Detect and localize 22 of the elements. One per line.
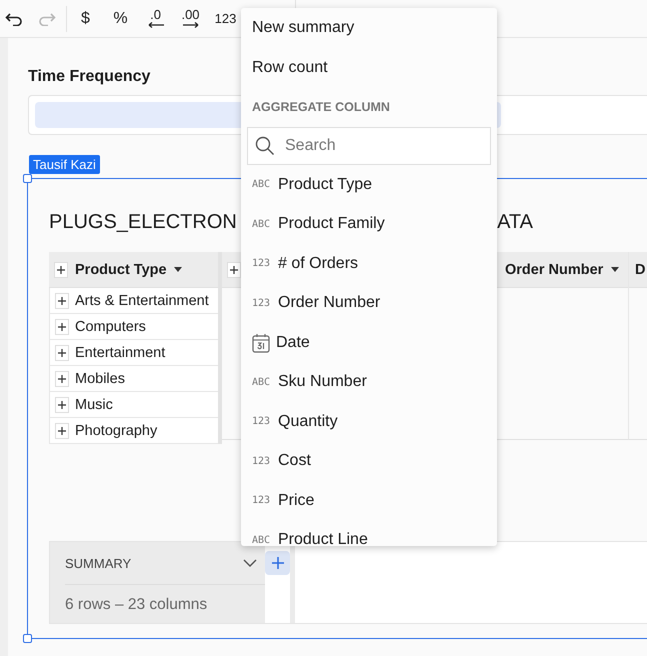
type-label: 123	[252, 456, 272, 467]
table-cell: Entertainment	[49, 340, 218, 366]
table-cell: Photography	[49, 418, 218, 444]
type-label: 123	[252, 416, 272, 428]
table-cell: Mobiles	[49, 366, 218, 392]
type-label: 123	[252, 298, 272, 309]
table-cell: Arts & Entertainment	[49, 288, 218, 314]
user-tag: Tausif Kazi	[29, 155, 100, 174]
control-label: Time Frequency	[28, 68, 152, 86]
table-cell: Music	[49, 392, 218, 418]
summary-label: SUMMARY	[65, 556, 132, 570]
type-label: 123	[252, 258, 272, 270]
type-label: ABC	[252, 179, 272, 190]
type-label: ABC	[252, 376, 272, 388]
section-heading: AGGREGATE COLUMN	[251, 99, 391, 116]
summary-info: 6 rows – 23 columns	[65, 596, 208, 614]
type-label: ABC	[252, 534, 272, 546]
table-cell: Computers	[49, 314, 218, 340]
element-title: ATA	[497, 210, 533, 235]
type-label: ABC	[252, 218, 272, 230]
element-title: PLUGS_ELECTRON	[49, 210, 237, 235]
type-label: 123	[252, 495, 272, 506]
